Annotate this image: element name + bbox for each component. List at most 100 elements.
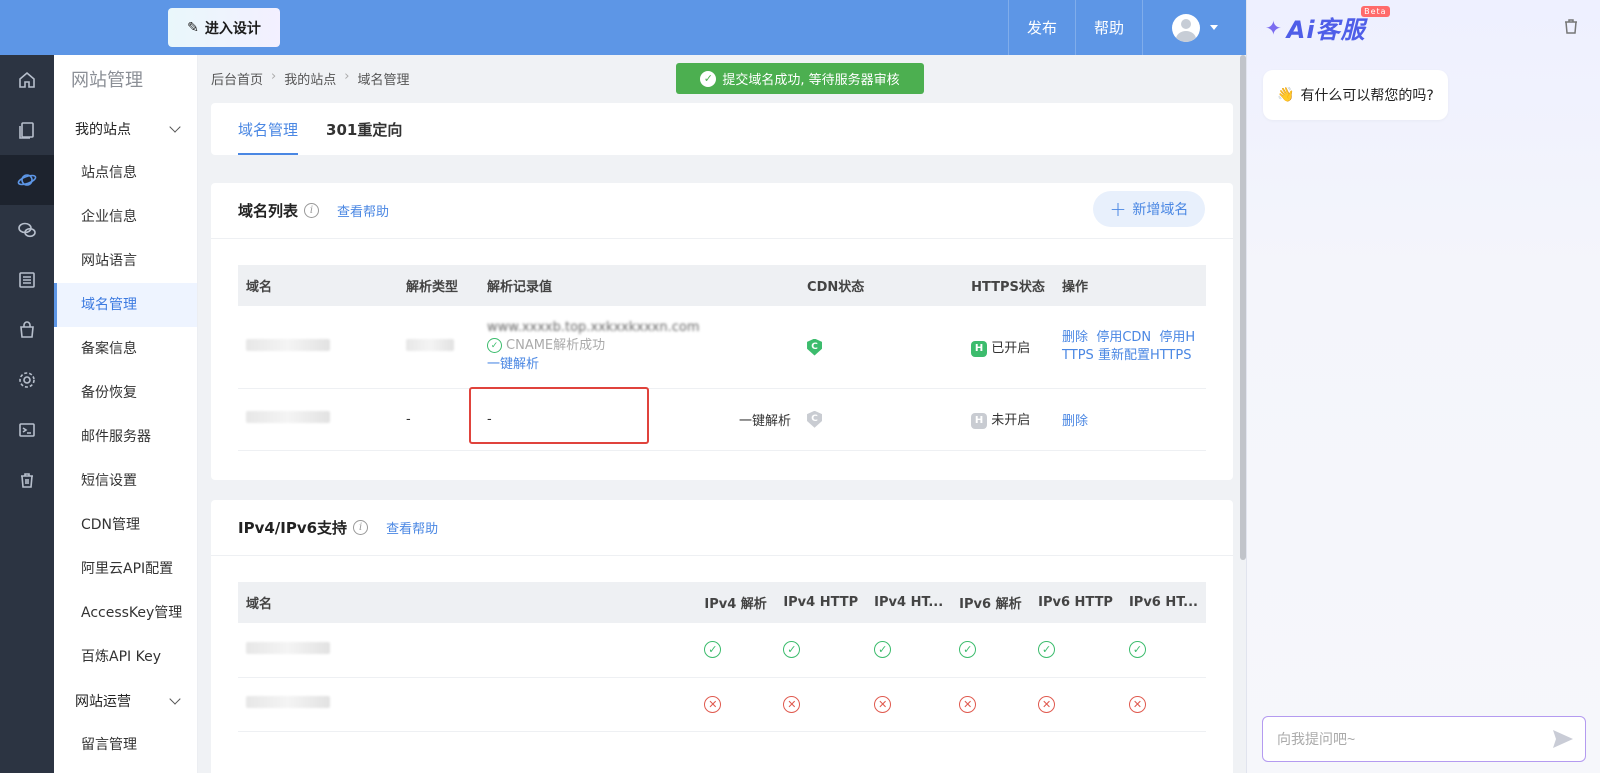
- sidebar-group-operations[interactable]: 网站运营: [54, 679, 197, 723]
- domain-list-header: 域名列表 i 查看帮助 + 新增域名: [211, 183, 1233, 239]
- check-circle-icon: ✓: [704, 641, 722, 659]
- rail-trash[interactable]: [0, 455, 54, 505]
- one-click-resolve-link[interactable]: 一键解析: [487, 356, 791, 374]
- sidebar-group-my-sites[interactable]: 我的站点: [54, 107, 197, 151]
- check-circle-icon: ✓: [700, 70, 717, 87]
- tab-bar: 域名管理 301重定向: [211, 103, 1233, 155]
- sidebar-item-accesskey[interactable]: AccessKey管理: [54, 591, 197, 635]
- chat-input[interactable]: [1262, 716, 1586, 762]
- sidebar-item-site-info[interactable]: 站点信息: [54, 151, 197, 195]
- highlight-box: [469, 387, 649, 444]
- breadcrumb-home[interactable]: 后台首页: [211, 69, 263, 88]
- breadcrumb-my-sites[interactable]: 我的站点: [284, 69, 336, 88]
- help-button[interactable]: 帮助: [1074, 0, 1142, 55]
- x-circle-icon: ✕: [783, 695, 801, 713]
- https-status-text: 已开启: [991, 341, 1031, 356]
- breadcrumb-separator: ›: [344, 69, 350, 84]
- rail-shop[interactable]: [0, 305, 54, 355]
- terminal-icon: [19, 423, 35, 437]
- tab-301-redirect[interactable]: 301重定向: [326, 103, 402, 155]
- delete-link[interactable]: 删除: [1062, 330, 1088, 345]
- redacted-text: [246, 338, 330, 351]
- sidebar-item-icp[interactable]: 备案信息: [54, 327, 197, 371]
- cdn-cell: C: [799, 388, 964, 451]
- domain-help-link[interactable]: 查看帮助: [337, 201, 389, 220]
- avatar: [1171, 13, 1200, 42]
- domain-cell: [238, 677, 697, 732]
- disable-cdn-link[interactable]: 停用CDN: [1096, 330, 1151, 345]
- breadcrumb: 后台首页 › 我的站点 › 域名管理: [211, 69, 409, 88]
- table-row: www.xxxxb.top.xxkxxkxxxn.com ✓ CNAME解析成功…: [238, 306, 1206, 389]
- domain-cell: [238, 306, 398, 389]
- col-ipv4-http: IPv4 HTTP: [775, 582, 867, 623]
- rail-terminal[interactable]: [0, 405, 54, 455]
- info-icon[interactable]: i: [353, 520, 369, 535]
- enter-design-button[interactable]: ✎ 进入设计: [168, 8, 280, 47]
- check-circle-icon: ✓: [874, 641, 892, 659]
- x-circle-icon: ✕: [1128, 695, 1146, 713]
- sidebar-item-backup[interactable]: 备份恢复: [54, 371, 197, 415]
- rail-list[interactable]: [0, 255, 54, 305]
- list-icon: [19, 272, 35, 288]
- check-circle-icon: ✓: [1128, 641, 1146, 659]
- beta-badge: Beta: [1361, 6, 1390, 17]
- sidebar-item-sms[interactable]: 短信设置: [54, 459, 197, 503]
- sidebar-item-cdn[interactable]: CDN管理: [54, 503, 197, 547]
- publish-button[interactable]: 发布: [1007, 0, 1075, 55]
- rail-home[interactable]: [0, 55, 54, 105]
- col-ipv4-resolve: IPv4 解析: [696, 582, 776, 623]
- rail-chat[interactable]: [0, 205, 54, 255]
- col-record-value: 解析记录值: [479, 265, 800, 306]
- https-cell: H 未开启: [963, 388, 1055, 451]
- trash-icon: [21, 473, 33, 488]
- ip-support-title: IPv4/IPv6支持: [238, 519, 348, 537]
- cdn-shield-icon: C: [807, 338, 823, 356]
- x-circle-icon: ✕: [1038, 695, 1056, 713]
- clear-chat-button[interactable]: [1562, 17, 1580, 35]
- send-icon: [1553, 730, 1573, 748]
- shop-icon: [20, 321, 34, 338]
- sidebar-item-bailian-key[interactable]: 百炼API Key: [54, 635, 197, 679]
- col-ipv4-https: IPv4 HT...: [866, 582, 952, 623]
- sidebar-group-label: 网站运营: [75, 694, 131, 710]
- ip-help-link[interactable]: 查看帮助: [386, 518, 438, 537]
- sidebar-item-company-info[interactable]: 企业信息: [54, 195, 197, 239]
- rail-settings[interactable]: [0, 355, 54, 405]
- sidebar-title: 网站管理: [71, 70, 143, 91]
- rail-pages[interactable]: [0, 105, 54, 155]
- sidebar-item-domains[interactable]: 域名管理: [54, 283, 197, 327]
- col-record-type: 解析类型: [398, 265, 480, 306]
- user-menu[interactable]: [1142, 0, 1246, 55]
- add-domain-button[interactable]: + 新增域名: [1093, 191, 1205, 227]
- success-toast: ✓ 提交域名成功, 等待服务器审核: [676, 63, 924, 94]
- record-status: ✓ CNAME解析成功: [487, 336, 791, 356]
- table-row: ✓ ✓ ✓ ✓ ✓ ✓: [238, 623, 1206, 678]
- redacted-text: [406, 338, 454, 351]
- sidebar-item-language[interactable]: 网站语言: [54, 239, 197, 283]
- check-circle-icon: ✓: [783, 641, 801, 659]
- sidebar-item-messages[interactable]: 留言管理: [54, 723, 197, 767]
- sidebar-item-mail-server[interactable]: 邮件服务器: [54, 415, 197, 459]
- col-domain: 域名: [238, 265, 398, 306]
- redacted-text: [246, 696, 330, 708]
- domain-cell: [238, 388, 398, 451]
- col-domain: 域名: [238, 582, 697, 623]
- main-content: 后台首页 › 我的站点 › 域名管理 ✓ 提交域名成功, 等待服务器审核 域名管…: [198, 55, 1246, 773]
- sidebar: 网站管理 我的站点 站点信息 企业信息 网站语言 域名管理 备案信息 备份恢复 …: [54, 55, 198, 773]
- greeting-text: 有什么可以帮您的吗?: [1300, 88, 1434, 104]
- info-icon[interactable]: i: [304, 203, 320, 218]
- tab-domain-management[interactable]: 域名管理: [238, 103, 299, 155]
- send-button[interactable]: [1552, 729, 1574, 749]
- chat-header: ✦ Ai客服 Beta: [1247, 0, 1600, 55]
- sidebar-item-aliyun-api[interactable]: 阿里云API配置: [54, 547, 197, 591]
- one-click-resolve-link[interactable]: 一键解析: [739, 410, 791, 429]
- reconfigure-https-link[interactable]: 重新配置HTTPS: [1098, 348, 1192, 363]
- breadcrumb-separator: ›: [271, 69, 277, 84]
- top-nav: 发布 帮助: [1007, 0, 1246, 55]
- record-cell: www.xxxxb.top.xxkxxkxxxn.com ✓ CNAME解析成功…: [479, 306, 800, 389]
- pages-icon: [19, 122, 34, 139]
- domain-table: 域名 解析类型 解析记录值 CDN状态 HTTPS状态 操作 www.xxxxb…: [238, 265, 1206, 451]
- rail-site[interactable]: [0, 155, 54, 205]
- delete-link[interactable]: 删除: [1062, 414, 1088, 429]
- enter-design-label: 进入设计: [204, 20, 261, 37]
